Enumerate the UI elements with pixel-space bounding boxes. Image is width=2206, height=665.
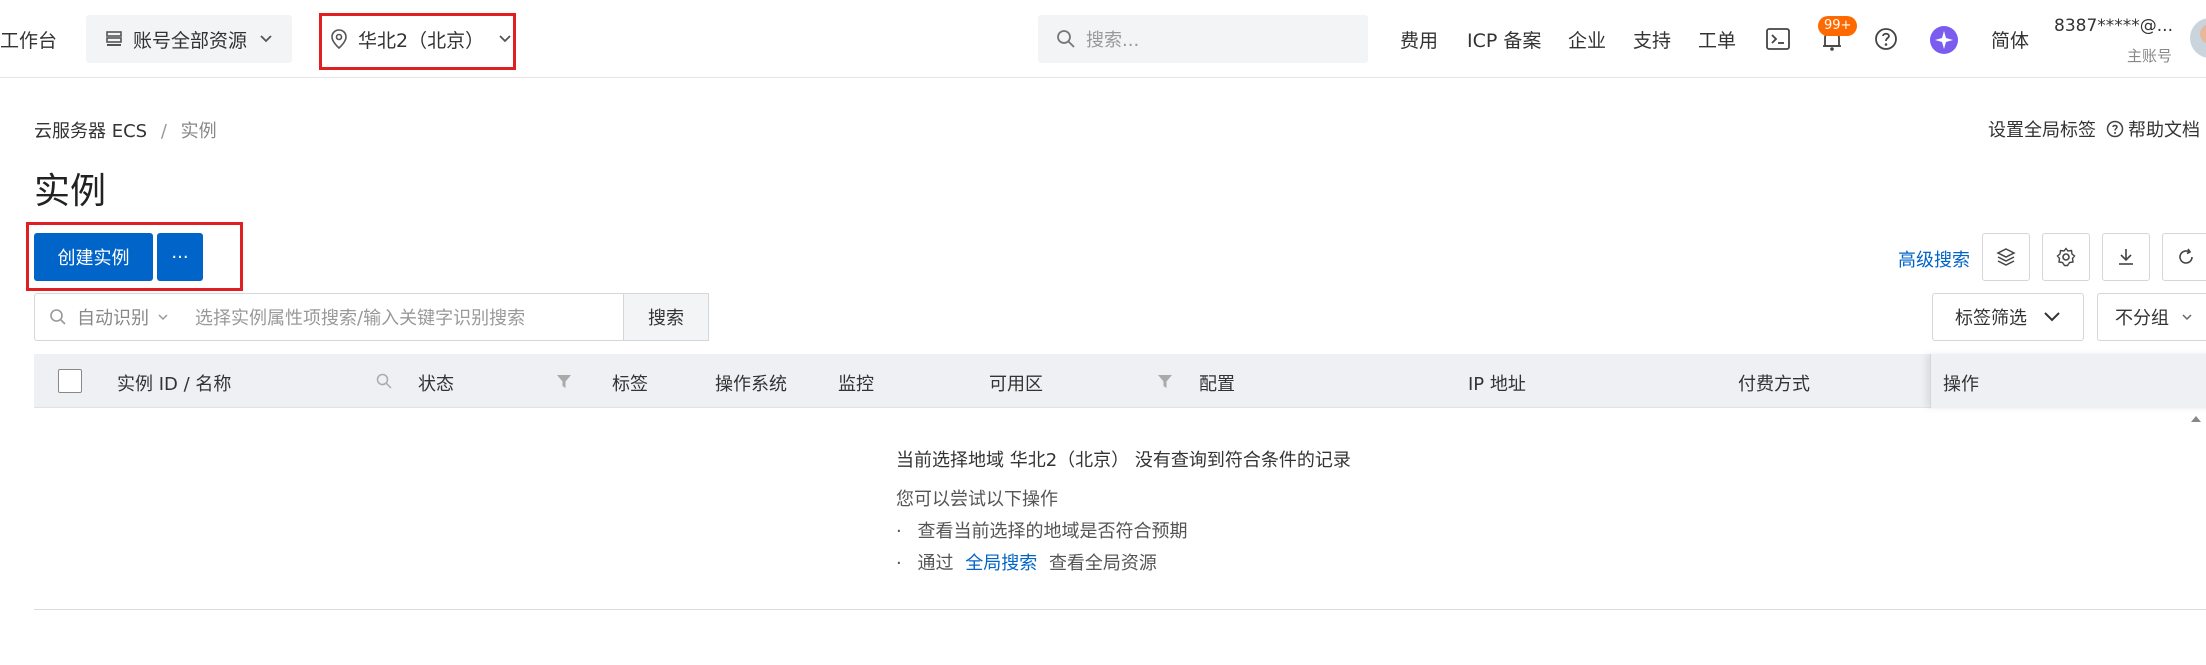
- gear-icon: [2056, 247, 2076, 267]
- auto-detect-dropdown[interactable]: 自动识别: [77, 304, 149, 330]
- empty-state-item-prefix: 通过: [917, 553, 954, 574]
- column-monitor: 监控: [838, 374, 874, 395]
- layers-icon: [1996, 248, 2016, 266]
- tag-filter-label: 标签筛选: [1955, 308, 2027, 329]
- nav-support[interactable]: 支持: [1633, 26, 1671, 53]
- chevron-down-icon: [158, 314, 168, 321]
- bullet: ·: [896, 521, 902, 542]
- account-resources-label: 账号全部资源: [133, 29, 248, 52]
- global-tags-link[interactable]: 设置全局标签: [1988, 116, 2096, 142]
- search-icon[interactable]: [376, 373, 392, 389]
- refresh-icon: [2179, 248, 2193, 264]
- nav-enterprise[interactable]: 企业: [1568, 26, 1606, 53]
- header-links: 设置全局标签 帮助文档: [1988, 116, 2200, 142]
- nav-fee[interactable]: 费用: [1400, 26, 1438, 53]
- top-navigation-bar: 工作台 账号全部资源 华北2（北京） 搜索... 费用 ICP 备案 企业 支持…: [0, 0, 2206, 78]
- table-header: 实例 ID / 名称 状态 标签 操作系统 监控 可用区 配置 IP 地址 付费…: [34, 354, 2206, 408]
- breadcrumb: 云服务器 ECS / 实例: [34, 117, 217, 143]
- table-bottom-divider: [34, 609, 2206, 610]
- group-select-label: 不分组: [2115, 308, 2169, 329]
- refresh-button[interactable]: [2162, 233, 2206, 281]
- bullet: ·: [896, 553, 902, 574]
- empty-state-item-region: · 查看当前选择的地域是否符合预期: [896, 517, 1187, 543]
- instance-search-box: 自动识别 选择实例属性项搜索/输入关键字识别搜索: [34, 293, 624, 341]
- breadcrumb-root[interactable]: 云服务器 ECS: [34, 121, 147, 142]
- breadcrumb-current: 实例: [180, 121, 217, 142]
- empty-state-item-suffix: 查看全局资源: [1048, 553, 1157, 574]
- scroll-up-arrow-icon[interactable]: [2190, 414, 2202, 424]
- resource-group-icon: [106, 31, 122, 46]
- help-icon[interactable]: [1874, 27, 1898, 51]
- ai-assistant-icon[interactable]: [1929, 25, 1959, 55]
- column-status: 状态: [418, 374, 454, 395]
- global-search-placeholder: 搜索...: [1086, 30, 1140, 51]
- column-ip: IP 地址: [1468, 374, 1526, 395]
- search-icon: [50, 309, 66, 325]
- account-id[interactable]: 8387*****@...: [2054, 16, 2173, 36]
- language-switch[interactable]: 简体: [1991, 26, 2029, 53]
- column-billing: 付费方式: [1738, 374, 1810, 395]
- empty-state-item-global-search: · 通过 全局搜索 查看全局资源: [896, 549, 1157, 575]
- filter-search-label: 搜索: [648, 308, 684, 329]
- nav-icp[interactable]: ICP 备案: [1467, 26, 1541, 53]
- global-search-input[interactable]: 搜索...: [1038, 15, 1368, 63]
- empty-state-title: 当前选择地域 华北2（北京） 没有查询到符合条件的记录: [896, 450, 1351, 471]
- terminal-icon[interactable]: [1766, 28, 1790, 50]
- chevron-down-icon: [2182, 314, 2192, 321]
- chevron-down-icon: [2044, 312, 2060, 322]
- column-operations-header: 操作: [1930, 354, 2206, 408]
- page-title: 实例: [34, 171, 107, 212]
- chevron-down-icon: [260, 35, 272, 43]
- help-circle-icon: [2106, 120, 2124, 138]
- breadcrumb-separator: /: [160, 121, 167, 142]
- filter-search-button[interactable]: 搜索: [623, 293, 709, 341]
- account-type: 主账号: [2127, 47, 2173, 65]
- notification-badge: 99+: [1818, 16, 1858, 36]
- workbench-link[interactable]: 工作台: [0, 26, 57, 53]
- column-tags: 标签: [612, 374, 648, 395]
- group-select[interactable]: 不分组: [2097, 293, 2206, 341]
- download-button[interactable]: [2102, 233, 2150, 281]
- nav-ticket[interactable]: 工单: [1698, 26, 1736, 53]
- download-icon: [2119, 249, 2133, 265]
- advanced-search-link[interactable]: 高级搜索: [1898, 246, 1970, 272]
- empty-state-hint: 您可以尝试以下操作: [896, 489, 1058, 510]
- settings-button[interactable]: [2042, 233, 2090, 281]
- layers-button[interactable]: [1982, 233, 2030, 281]
- avatar[interactable]: [2190, 18, 2206, 58]
- empty-state-item-region-text: 查看当前选择的地域是否符合预期: [917, 521, 1188, 542]
- search-icon: [1057, 30, 1075, 48]
- global-search-link[interactable]: 全局搜索: [965, 553, 1037, 574]
- filter-icon[interactable]: [556, 374, 572, 389]
- column-instance-id: 实例 ID / 名称: [117, 374, 232, 395]
- region-highlight-box: [319, 13, 516, 70]
- column-os: 操作系统: [715, 374, 787, 395]
- column-operations: 操作: [1943, 374, 1979, 395]
- tag-filter-dropdown[interactable]: 标签筛选: [1932, 293, 2084, 341]
- column-config: 配置: [1199, 374, 1235, 395]
- select-all-checkbox[interactable]: [58, 369, 82, 393]
- workbench-label: 工作台: [0, 30, 58, 52]
- instance-search-input[interactable]: 选择实例属性项搜索/输入关键字识别搜索: [195, 304, 525, 330]
- filter-icon[interactable]: [1157, 374, 1173, 389]
- create-highlight-box: [26, 222, 243, 291]
- column-zone: 可用区: [989, 374, 1043, 395]
- help-docs-link[interactable]: 帮助文档: [2128, 116, 2200, 142]
- account-resources-dropdown[interactable]: 账号全部资源: [86, 15, 292, 63]
